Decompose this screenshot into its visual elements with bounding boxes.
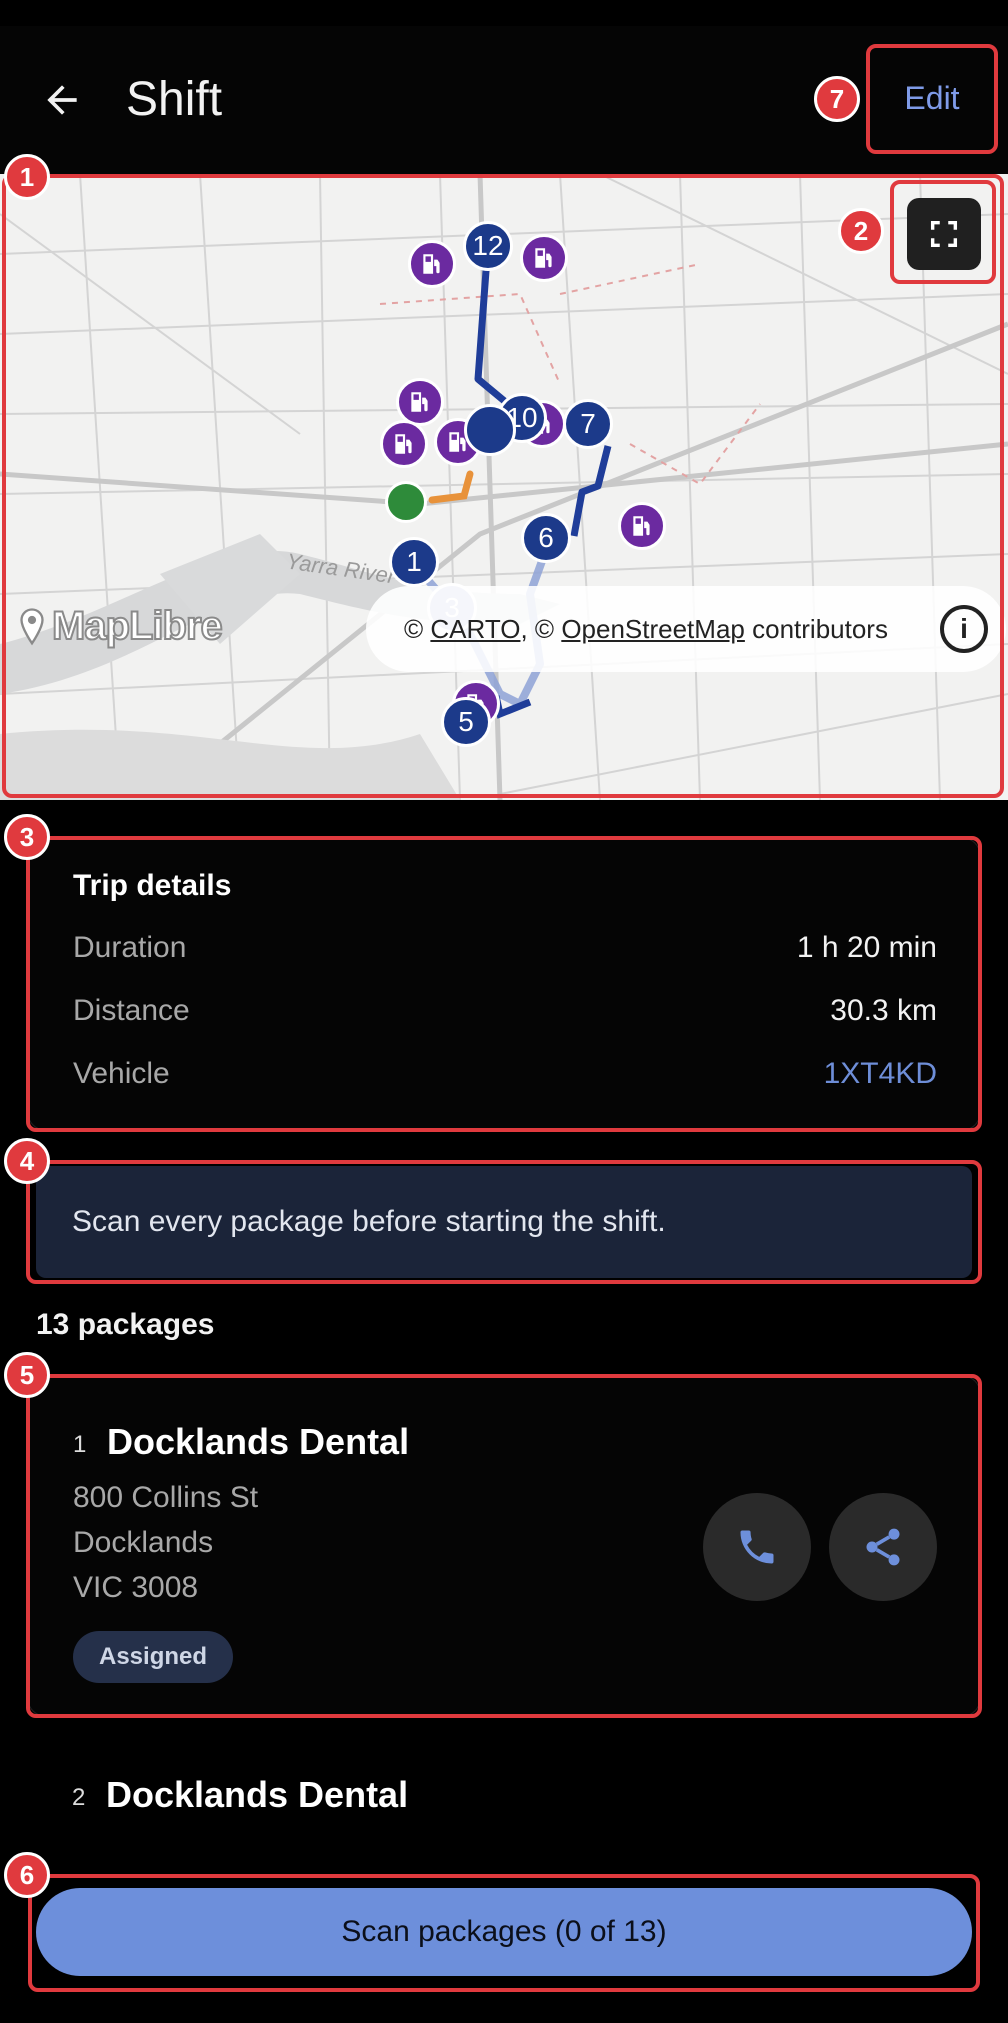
call-button[interactable] bbox=[703, 1493, 811, 1601]
package-count: 13 packages bbox=[36, 1308, 215, 1341]
phone-icon bbox=[740, 1530, 774, 1564]
stop-pin-6[interactable]: 6 bbox=[521, 513, 571, 563]
fuel-station-pin[interactable] bbox=[380, 420, 428, 468]
package-card[interactable]: 1 Docklands Dental 800 Collins St Dockla… bbox=[28, 1376, 980, 1716]
package-name: Docklands Dental bbox=[106, 1774, 409, 1815]
edit-button[interactable]: Edit bbox=[866, 42, 998, 154]
annotation-marker-1: 1 bbox=[4, 154, 50, 200]
fullscreen-icon bbox=[930, 220, 958, 248]
package-index: 1 bbox=[73, 1431, 87, 1458]
vehicle-label: Vehicle bbox=[73, 1057, 170, 1090]
annotation-marker-4: 4 bbox=[4, 1138, 50, 1184]
trip-details-card: Trip details Duration 1 h 20 min Distanc… bbox=[28, 838, 980, 1130]
distance-value: 30.3 km bbox=[830, 994, 937, 1027]
stop-pin-cluster[interactable] bbox=[464, 404, 516, 456]
map-streets bbox=[0, 174, 1008, 800]
share-icon bbox=[866, 1528, 900, 1566]
maplibre-logo: MapLibre bbox=[18, 603, 224, 649]
package-address-line: Docklands bbox=[73, 1526, 214, 1559]
stop-pin-5[interactable]: 5 bbox=[441, 697, 491, 747]
fuel-pump-icon bbox=[633, 516, 650, 536]
back-button[interactable] bbox=[30, 68, 94, 132]
fuel-station-pin[interactable] bbox=[520, 234, 568, 282]
stop-pin-1[interactable]: 1 bbox=[389, 537, 439, 587]
stop-pin-12[interactable]: 12 bbox=[463, 221, 513, 271]
openstreetmap-link[interactable]: OpenStreetMap bbox=[561, 614, 745, 645]
package-address-line: VIC 3008 bbox=[73, 1571, 199, 1604]
attribution-suffix: contributors bbox=[752, 613, 888, 644]
fullscreen-button[interactable] bbox=[907, 198, 981, 270]
trip-details-title: Trip details bbox=[73, 869, 232, 902]
package-card[interactable]: 2 Docklands Dental bbox=[28, 1770, 980, 1830]
fuel-station-pin[interactable] bbox=[618, 502, 666, 550]
map-pin-icon bbox=[20, 607, 44, 645]
route-map[interactable]: Yarra River 12 10 7 6 1 3 5 MapLibre © C… bbox=[0, 174, 1008, 800]
carto-link[interactable]: CARTO bbox=[430, 614, 520, 645]
distance-label: Distance bbox=[73, 994, 190, 1027]
share-button[interactable] bbox=[829, 1493, 937, 1601]
start-location-pin[interactable] bbox=[385, 481, 427, 523]
info-icon: i bbox=[960, 613, 968, 644]
page-title: Shift bbox=[126, 73, 223, 126]
stop-pin-7[interactable]: 7 bbox=[563, 399, 613, 449]
trip-row-vehicle: Vehicle 1XT4KD bbox=[73, 1057, 937, 1097]
map-attribution: © CARTO , © OpenStreetMap contributors i bbox=[366, 586, 1006, 672]
attribution-prefix: © bbox=[404, 613, 424, 644]
duration-label: Duration bbox=[73, 931, 187, 964]
vehicle-link[interactable]: 1XT4KD bbox=[824, 1057, 937, 1097]
fuel-pump-icon bbox=[535, 248, 552, 268]
fuel-pump-icon bbox=[411, 392, 428, 412]
fuel-pump-icon bbox=[395, 434, 412, 454]
fuel-pump-icon bbox=[423, 254, 440, 274]
scan-notice-banner: Scan every package before starting the s… bbox=[36, 1166, 972, 1278]
arrow-left-icon bbox=[47, 85, 77, 115]
trip-row-duration: Duration 1 h 20 min bbox=[73, 931, 937, 971]
package-index: 2 bbox=[72, 1784, 86, 1811]
attribution-separator: , © bbox=[520, 613, 555, 644]
fuel-station-pin[interactable] bbox=[396, 378, 444, 426]
package-address-line: 800 Collins St bbox=[73, 1481, 259, 1514]
status-badge: Assigned bbox=[73, 1631, 234, 1683]
scan-packages-button[interactable]: Scan packages (0 of 13) bbox=[36, 1888, 972, 1976]
trip-row-distance: Distance 30.3 km bbox=[73, 994, 937, 1034]
status-bar bbox=[0, 0, 1008, 26]
annotation-marker-7: 7 bbox=[814, 76, 860, 122]
fuel-station-pin[interactable] bbox=[408, 240, 456, 288]
annotation-marker-5: 5 bbox=[4, 1352, 50, 1398]
package-name: Docklands Dental bbox=[107, 1421, 410, 1462]
info-button[interactable]: i bbox=[940, 605, 988, 653]
annotation-marker-2: 2 bbox=[838, 208, 884, 254]
annotation-marker-3: 3 bbox=[4, 814, 50, 860]
maplibre-logo-text: MapLibre bbox=[51, 603, 224, 649]
duration-value: 1 h 20 min bbox=[796, 931, 937, 964]
annotation-marker-6: 6 bbox=[4, 1852, 50, 1898]
